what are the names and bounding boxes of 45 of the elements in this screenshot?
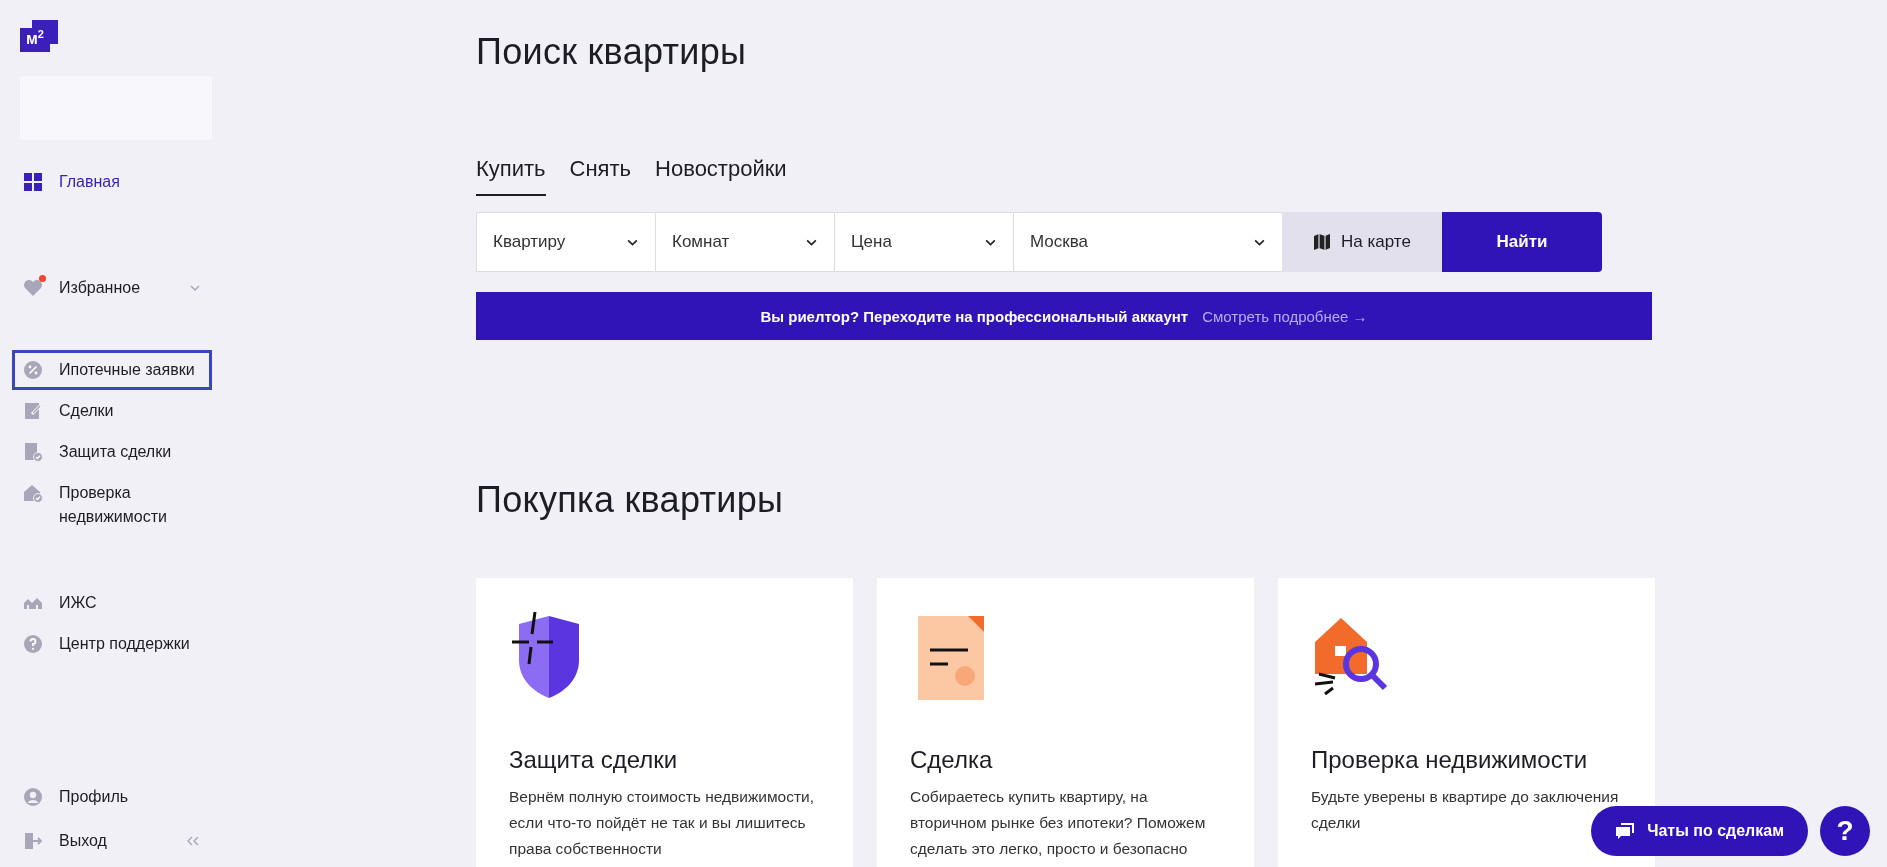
tab[interactable]: Снять <box>569 156 632 196</box>
sidebar-item[interactable]: Главная <box>12 162 212 202</box>
collapse-icon[interactable] <box>185 835 201 847</box>
dropdown[interactable]: Квартиру <box>476 212 656 272</box>
dropdown[interactable]: Комнат <box>655 212 835 272</box>
sidebar-item[interactable]: Проверка недвижимости <box>12 473 212 537</box>
percent-icon <box>23 360 43 380</box>
card-title: Защита сделки <box>509 746 679 774</box>
map-icon <box>1313 233 1332 251</box>
grid-icon <box>23 172 43 192</box>
heart-icon <box>23 278 43 298</box>
sidebar-item[interactable]: Выход <box>12 821 212 861</box>
dropdown[interactable]: Цена <box>834 212 1014 272</box>
find-button[interactable]: Найти <box>1442 212 1602 272</box>
doc-icon <box>23 442 43 462</box>
chats-button[interactable]: Чаты по сделкам <box>1591 806 1808 856</box>
house-icon <box>23 483 43 503</box>
card-description: Собираетесь купить квартиру, на вторичном рынке без ипотеки? Поможем сделать это легко, просто и безопасно <box>910 787 1207 859</box>
sidebar-item[interactable]: Центр поддержки <box>12 624 212 664</box>
tab[interactable]: Купить <box>476 156 546 196</box>
section-title: Покупка квартиры <box>476 478 785 522</box>
sidebar-item[interactable]: Сделки <box>12 391 212 431</box>
dropdown[interactable]: Москва <box>1013 212 1283 272</box>
tab[interactable]: Новостройки <box>655 156 787 196</box>
sidebar-item[interactable]: Ипотечные заявки <box>12 350 212 390</box>
sidebar-item[interactable]: ИЖС <box>12 583 212 623</box>
banner-text: Вы риелтор? Переходите на профессиональный аккаунт <box>760 307 1189 325</box>
card-title: Сделка <box>910 746 994 774</box>
service-card[interactable]: Защита сделки Вернём полную стоимость недвижимости, если что-то пойдёт не так и вы лишитесь права собственности <box>476 578 853 867</box>
logo[interactable]: м$^{2}$ <box>20 20 58 52</box>
details-link[interactable]: Смотреть подробнее → <box>1202 307 1368 325</box>
sidebar-item[interactable]: Защита сделки <box>12 432 212 472</box>
help-button[interactable]: ? <box>1820 806 1870 856</box>
sidebar-item[interactable]: Профиль <box>12 777 212 817</box>
sidebar-item[interactable]: Избранное <box>12 268 212 308</box>
page-title: Поиск квартиры <box>476 30 748 74</box>
service-card[interactable]: Сделка Собираетесь купить квартиру, на вторичном рынке без ипотеки? Поможем сделать это легко, просто и безопасно <box>877 578 1254 867</box>
edit-icon <box>23 401 43 421</box>
user-icon <box>23 787 43 807</box>
chat-icon <box>1615 822 1636 840</box>
card-description: Вернём полную стоимость недвижимости, если что-то пойдёт не так и вы лишитесь права собственности <box>509 787 816 859</box>
card-title: Проверка недвижимости <box>1311 746 1589 774</box>
map-button[interactable]: На карте <box>1282 212 1442 272</box>
exit-icon <box>23 831 43 851</box>
question-icon <box>23 634 43 654</box>
